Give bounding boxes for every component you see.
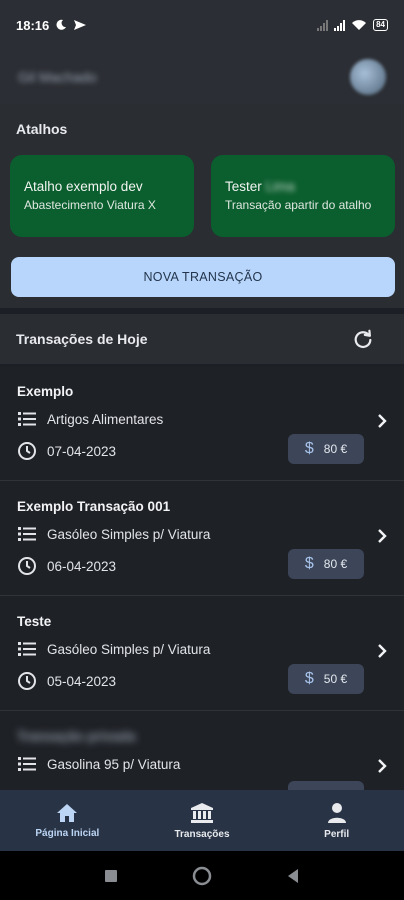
chevron-right-icon	[378, 529, 387, 543]
battery-icon: 84	[373, 19, 388, 31]
transaction-item[interactable]: Exemplo Transação 001 Gasóleo Simples p/…	[0, 481, 404, 596]
dollar-icon: $	[304, 670, 314, 687]
shortcut-card[interactable]: Atalho exemplo dev Abastecimento Viatura…	[10, 155, 194, 237]
nav-label: Transações	[174, 828, 230, 840]
chevron-right-icon	[378, 759, 387, 773]
transaction-amount: 80 €	[323, 442, 348, 456]
shortcuts-section: Atalhos Atalho exemplo dev Abastecimento…	[0, 104, 404, 308]
list-icon	[18, 527, 36, 541]
transactions-list: Exemplo Artigos Alimentares 07-04-2023 $…	[0, 366, 404, 790]
transaction-category: Gasolina 95 p/ Viatura	[47, 756, 181, 772]
dollar-icon: $	[304, 555, 314, 572]
app-header: Gil Machado	[0, 50, 404, 104]
transaction-category-row: Gasóleo Simples p/ Viatura	[17, 641, 210, 657]
transaction-item[interactable]: Exemplo Artigos Alimentares 07-04-2023 $…	[0, 366, 404, 481]
system-navigation-bar	[0, 851, 404, 900]
transaction-date: 05-04-2023	[47, 673, 117, 689]
transaction-category: Gasóleo Simples p/ Viatura	[47, 526, 211, 542]
shortcut-card[interactable]: Tester Lima Transação apartir do atalho	[211, 155, 395, 237]
shortcut-subtitle: Transação apartir do atalho	[225, 197, 372, 212]
transaction-category-row: Gasolina 95 p/ Viatura	[17, 756, 180, 772]
transaction-item[interactable]: Teste Gasóleo Simples p/ Viatura 05-04-2…	[0, 596, 404, 711]
nav-label: Página Inicial	[35, 827, 100, 839]
shortcut-title: Atalho exemplo dev	[24, 178, 143, 194]
list-icon	[18, 412, 36, 426]
signal-icon	[334, 19, 346, 31]
transaction-date-row: 07-04-2023	[17, 441, 116, 461]
transaction-amount: 50 €	[323, 672, 348, 686]
shortcut-title-text: Tester	[225, 178, 262, 194]
today-transactions-header: Transações de Hoje	[0, 314, 404, 364]
dollar-icon: $	[304, 440, 314, 457]
amount-badge: $ 80 €	[288, 434, 364, 464]
recents-icon[interactable]	[104, 869, 118, 883]
list-icon	[18, 642, 36, 656]
status-time: 18:16	[16, 17, 50, 33]
transaction-date: 07-04-2023	[47, 443, 117, 459]
nav-label: Perfil	[324, 828, 350, 840]
shortcuts-title: Atalhos	[16, 121, 68, 137]
bottom-navigation: Página Inicial Transações Perfil	[0, 790, 404, 851]
transaction-item[interactable]: Transação privada Gasolina 95 p/ Viatura	[0, 711, 404, 790]
back-icon[interactable]	[286, 868, 300, 884]
send-icon	[74, 20, 87, 30]
shortcut-title: Tester Lima	[225, 179, 381, 194]
transaction-category: Artigos Alimentares	[47, 411, 164, 427]
clock-icon	[18, 557, 36, 575]
chevron-right-icon	[378, 414, 387, 428]
transaction-category-row: Gasóleo Simples p/ Viatura	[17, 526, 210, 542]
person-icon	[327, 802, 346, 823]
amount-badge: $ 50 €	[288, 664, 364, 694]
home-circle-icon[interactable]	[192, 866, 212, 886]
clock-icon	[18, 442, 36, 460]
status-bar: 18:16 84	[0, 0, 404, 50]
transaction-name: Transação privada	[17, 729, 136, 744]
shortcut-subtitle: Abastecimento Viatura X	[24, 197, 156, 212]
today-title: Transações de Hoje	[16, 331, 148, 347]
avatar[interactable]	[350, 59, 386, 95]
bank-icon	[191, 802, 213, 823]
transaction-category: Gasóleo Simples p/ Viatura	[47, 641, 211, 657]
nav-profile[interactable]: Perfil	[269, 790, 404, 851]
refresh-icon[interactable]	[352, 328, 374, 350]
list-icon	[18, 757, 36, 771]
signal-icon-secondary	[317, 19, 329, 31]
transaction-name: Exemplo Transação 001	[17, 499, 171, 514]
chevron-right-icon	[378, 644, 387, 658]
transaction-name: Exemplo	[17, 384, 74, 399]
wifi-icon	[352, 20, 367, 30]
transaction-category-row: Artigos Alimentares	[17, 411, 163, 427]
transaction-date: 06-04-2023	[47, 558, 117, 574]
new-transaction-button[interactable]: NOVA TRANSAÇÃO	[11, 257, 395, 297]
transaction-date-row: 06-04-2023	[17, 556, 116, 576]
home-icon	[57, 803, 78, 822]
clock-icon	[18, 672, 36, 690]
transaction-amount: 80 €	[323, 557, 348, 571]
moon-icon	[56, 19, 67, 30]
transaction-name: Teste	[17, 614, 52, 629]
user-name: Gil Machado	[18, 69, 97, 85]
nav-home[interactable]: Página Inicial	[0, 790, 135, 851]
transaction-date-row: 05-04-2023	[17, 671, 116, 691]
nav-transactions[interactable]: Transações	[135, 790, 270, 851]
amount-badge	[288, 781, 364, 790]
shortcut-title-hidden: Lima	[265, 178, 295, 194]
amount-badge: $ 80 €	[288, 549, 364, 579]
